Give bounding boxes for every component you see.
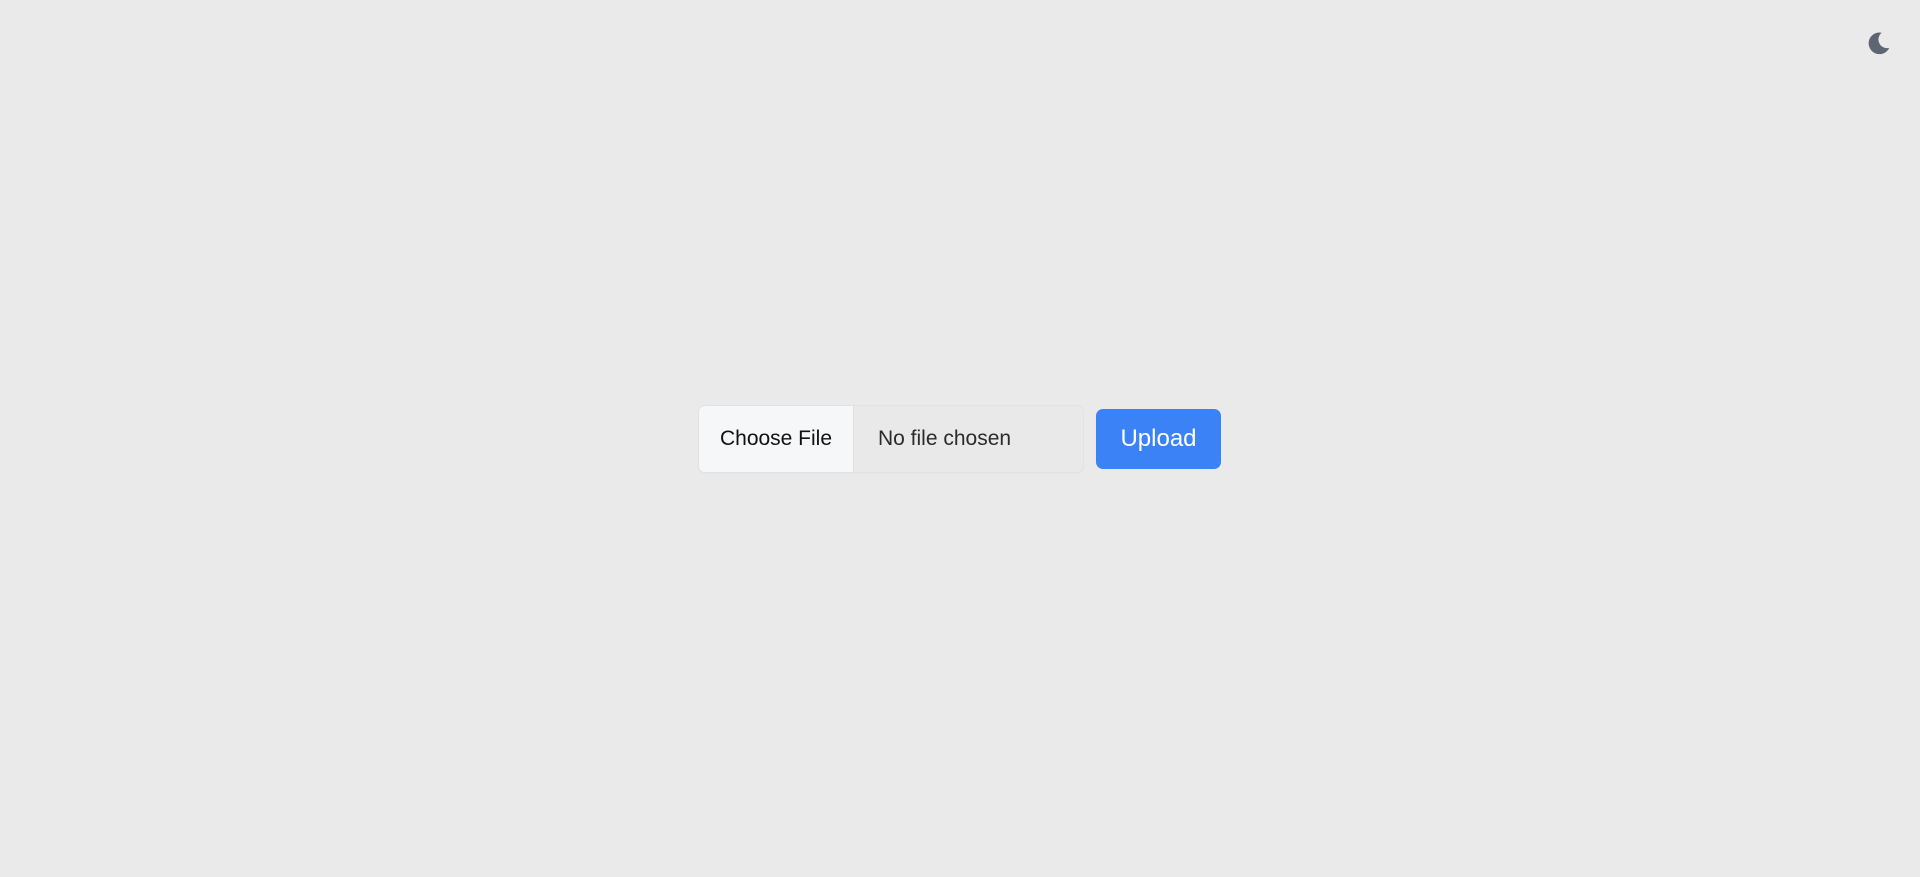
page: Choose File No file chosen Upload: [0, 0, 1920, 877]
file-status-text: No file chosen: [878, 427, 1012, 450]
upload-form: Choose File No file chosen Upload: [699, 406, 1221, 472]
moon-icon: [1866, 30, 1892, 56]
choose-file-button[interactable]: Choose File: [699, 406, 854, 472]
theme-toggle-button[interactable]: [1864, 28, 1894, 58]
file-input[interactable]: Choose File No file chosen: [699, 406, 1083, 472]
upload-button[interactable]: Upload: [1096, 409, 1221, 469]
